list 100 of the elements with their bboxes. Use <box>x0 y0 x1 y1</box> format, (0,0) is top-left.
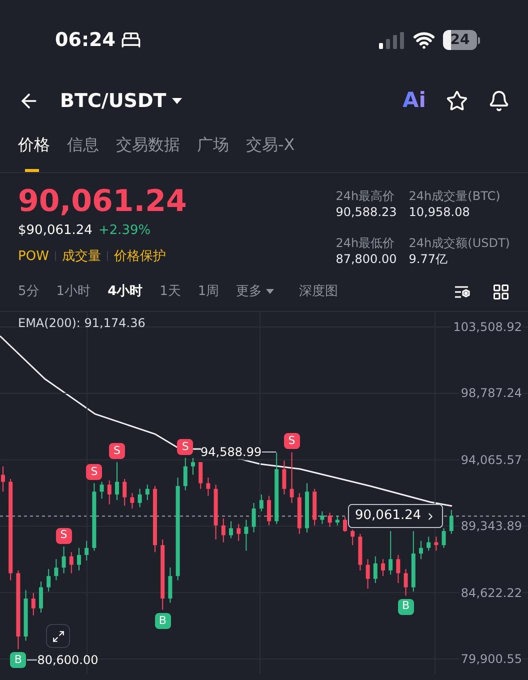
candle <box>290 452 294 504</box>
candle <box>62 546 66 574</box>
candle <box>267 495 271 526</box>
candle <box>358 533 362 571</box>
star-icon[interactable] <box>446 90 468 112</box>
grid-icon[interactable] <box>492 282 510 300</box>
candle <box>297 492 302 534</box>
caret-icon <box>266 289 274 294</box>
candle <box>312 488 317 526</box>
bed-icon <box>121 30 142 50</box>
sell-marker: S <box>86 464 102 480</box>
y-axis-label: 98,787.24 <box>458 386 522 400</box>
candle <box>214 484 218 540</box>
signal-icon <box>379 32 405 48</box>
wifi-icon <box>413 29 435 51</box>
candle <box>343 516 347 532</box>
candle <box>206 477 210 496</box>
interval-tab[interactable]: 深度图 <box>299 282 338 302</box>
y-axis-label: 89,343.89 <box>458 519 522 534</box>
caret-icon <box>172 98 182 104</box>
sell-marker: S <box>177 438 194 455</box>
leader-line <box>27 659 38 662</box>
buy-marker: B <box>10 652 26 668</box>
candle <box>381 558 385 577</box>
expand-icon <box>52 630 64 642</box>
pair-selector[interactable]: BTC/USDT <box>60 86 182 116</box>
candle <box>404 568 408 596</box>
interval-tab[interactable]: 1周 <box>198 282 220 302</box>
interval-tab[interactable]: 1小时 <box>56 282 91 302</box>
candle <box>229 520 233 539</box>
tab[interactable]: 交易-X <box>246 132 295 172</box>
stat-value: 9.77亿 <box>408 250 448 266</box>
candle <box>153 486 157 553</box>
candle <box>31 592 36 616</box>
candle <box>100 481 104 500</box>
tag-link[interactable]: 价格保护 <box>114 246 166 266</box>
candle <box>244 519 248 552</box>
sell-marker: S <box>56 528 72 544</box>
candle <box>145 484 150 501</box>
candle <box>130 492 134 510</box>
sell-marker: S <box>109 443 125 460</box>
fiat-price: $90,061.24 <box>18 222 92 240</box>
tab[interactable]: 广场 <box>197 132 229 172</box>
tab[interactable]: 信息 <box>67 132 99 172</box>
candle <box>396 554 400 584</box>
candle <box>259 494 264 512</box>
bell-icon[interactable] <box>488 90 510 112</box>
buy-marker: B <box>398 598 414 615</box>
candle <box>320 510 324 524</box>
sell-marker: S <box>284 433 300 450</box>
buy-marker: B <box>154 612 171 629</box>
candle <box>168 567 172 604</box>
candle <box>328 512 332 528</box>
candle <box>335 515 340 526</box>
high-label: 94,588.99 <box>200 445 262 460</box>
price-change: +2.39% <box>98 222 151 240</box>
y-axis-label: 79,900.55 <box>458 652 522 666</box>
interval-tab[interactable]: 4小时 <box>108 282 143 302</box>
interval-tab[interactable]: 1天 <box>160 282 181 302</box>
ema-indicator: EMA(200): 91,174.36 <box>18 315 146 332</box>
candle <box>46 568 51 592</box>
status-time: 06:24 <box>55 28 116 53</box>
stat-label: 24h最高价 <box>336 188 396 204</box>
candle <box>160 538 165 610</box>
candle <box>426 536 431 552</box>
tab[interactable]: 交易数据 <box>116 132 180 172</box>
stat-value: 10,958.08 <box>408 204 471 220</box>
tab[interactable]: 价格 <box>18 132 50 172</box>
expand-button[interactable] <box>46 624 70 648</box>
leader-line <box>262 451 276 454</box>
y-axis-label: 103,508.92 <box>451 320 522 334</box>
candle <box>77 547 81 571</box>
candle <box>92 482 96 552</box>
candle <box>442 528 446 548</box>
interval-tab[interactable]: 5分 <box>18 282 40 302</box>
indicator-settings-icon[interactable] <box>454 284 472 300</box>
battery-indicator: 24 <box>443 30 480 50</box>
last-price: 90,061.24 <box>18 183 187 221</box>
candle <box>183 457 188 491</box>
candle <box>107 480 112 505</box>
candle <box>305 482 309 533</box>
y-axis-label: 94,065.57 <box>458 452 522 467</box>
candle <box>411 530 416 592</box>
candle <box>434 536 438 552</box>
price-tag[interactable]: 90,061.24 <box>348 504 444 528</box>
candle <box>122 478 127 506</box>
tag-link[interactable]: 成交量 <box>62 246 101 266</box>
tag-link[interactable]: POW <box>18 246 49 266</box>
candle <box>54 558 58 581</box>
stat-label: 24h成交额(USDT) <box>408 234 510 250</box>
interval-tab[interactable]: 更多 <box>236 282 274 302</box>
candle <box>449 509 454 534</box>
candle <box>236 524 241 542</box>
stat-value: 87,800.00 <box>336 250 397 266</box>
stat-value: 90,588.23 <box>336 204 397 220</box>
candle <box>366 558 370 590</box>
stat-label: 24h最低价 <box>336 234 396 250</box>
candle <box>1 466 5 492</box>
low-label: 80,600.00 <box>37 653 98 668</box>
candle <box>282 460 286 495</box>
